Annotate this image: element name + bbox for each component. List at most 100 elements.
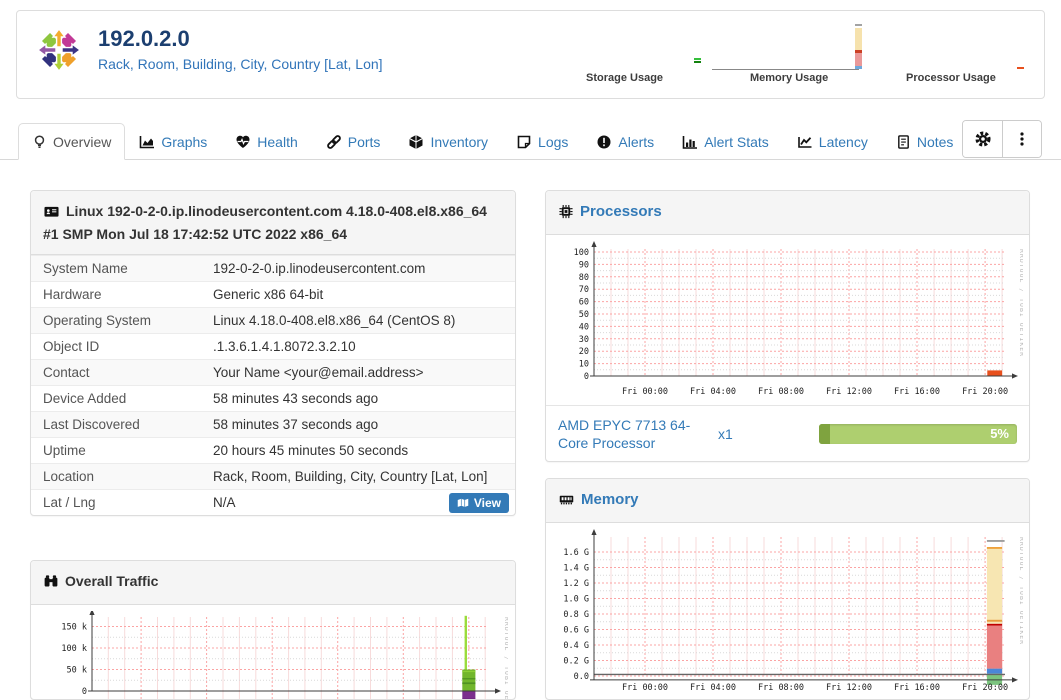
svg-text:0.6 G: 0.6 G [563, 626, 589, 636]
cpu-usage-bar: 5% [819, 423, 1017, 444]
line-chart-icon [797, 137, 812, 148]
processor-list-item: AMD EPYC 7713 64-Core Processor x1 5% [546, 405, 1029, 461]
svg-text:0: 0 [584, 372, 589, 382]
id-card-icon [43, 204, 60, 224]
tab-alert-stats[interactable]: Alert Stats [668, 123, 783, 160]
svg-text:20: 20 [579, 347, 589, 357]
binoculars-icon [43, 574, 59, 594]
svg-text:100 k: 100 k [61, 644, 87, 654]
memory-usage-mini-graph[interactable] [855, 24, 862, 69]
tab-ports[interactable]: Ports [312, 123, 395, 160]
svg-text:Fri 04:00: Fri 04:00 [690, 683, 736, 693]
tab-label: Notes [916, 134, 954, 150]
system-title: Linux 192-0-2-0.ip.linodeusercontent.com… [43, 203, 487, 242]
cpu-usage-percent: 5% [990, 425, 1009, 441]
svg-text:1.2 G: 1.2 G [563, 579, 589, 589]
storage-usage-mini-graph[interactable] [694, 58, 701, 63]
memory-ram-icon [558, 492, 575, 512]
svg-text:1.0 G: 1.0 G [563, 595, 589, 605]
memory-usage-mini-baseline [712, 69, 859, 70]
memory-graph[interactable]: 0.0 0.2 G 0.4 G 0.6 G 0.8 G 1.0 G 1.2 G 1.4 G 1.… [553, 529, 1023, 697]
tab-label: Inventory [430, 134, 489, 150]
tab-overview[interactable]: Overview [18, 123, 126, 160]
tab-label: Alerts [618, 134, 655, 150]
sticky-note-icon [517, 135, 531, 149]
device-settings-button[interactable] [963, 121, 1002, 157]
svg-text:0.4 G: 0.4 G [563, 641, 589, 651]
device-tabbar: Overview Graphs Health Ports Inventory L… [0, 120, 1061, 160]
tab-label: Alert Stats [704, 134, 769, 150]
svg-text:Fri 16:00: Fri 16:00 [894, 387, 940, 397]
tab-label: Health [257, 134, 298, 150]
lightbulb-icon [34, 135, 45, 148]
gear-icon [974, 131, 991, 147]
view-button-label: View [473, 496, 501, 510]
svg-text:0.8 G: 0.8 G [563, 610, 589, 620]
tab-label: Graphs [161, 134, 208, 150]
memory-panel-title: Memory [581, 491, 639, 508]
device-more-button[interactable] [1002, 121, 1041, 157]
svg-text:0.2 G: 0.2 G [563, 657, 589, 667]
device-location-link[interactable]: Rack, Room, Building, City, Country [Lat… [98, 56, 383, 72]
overall-traffic-graph[interactable]: 0 50 k 100 k 150 k RRDTOOL / TOBI OETIKER [38, 611, 508, 700]
memory-panel-header: Memory [546, 479, 1029, 523]
cpu-name-link[interactable]: AMD EPYC 7713 64-Core Processor [558, 416, 710, 452]
memory-panel: Memory 0.0 0.2 G 0.4 G 0.6 G 0.8 G 1.0 G 1.2 G… [545, 478, 1030, 700]
chart-area-icon [140, 136, 155, 149]
view-location-button[interactable]: View [448, 493, 509, 513]
tab-health[interactable]: Health [221, 123, 311, 160]
tab-latency[interactable]: Latency [783, 123, 882, 160]
mini-graph-label-storage: Storage Usage [586, 72, 664, 84]
svg-text:90: 90 [579, 260, 589, 270]
system-info-table: System Name 192-0-2-0.ip.linodeuserconten… [31, 255, 515, 515]
device-header: 192.0.2.0 Rack, Room, Building, City, Co… [16, 10, 1045, 99]
tab-logs[interactable]: Logs [502, 123, 582, 160]
svg-text:30: 30 [579, 335, 589, 345]
processors-panel: Processors 0 10 20 30 40 50 60 70 80 90 100 Fri 00:… [545, 190, 1030, 462]
system-panel-header: Linux 192-0-2-0.ip.linodeusercontent.com… [31, 191, 515, 255]
svg-text:0: 0 [82, 687, 87, 697]
tab-alerts[interactable]: Alerts [582, 123, 668, 160]
tab-label: Logs [538, 134, 569, 150]
bar-chart-icon [682, 136, 698, 149]
document-icon [897, 135, 909, 149]
svg-text:50 k: 50 k [67, 666, 87, 676]
table-row: Contact Your Name <your@email.address> [31, 359, 515, 385]
table-row: Hardware Generic x86 64-bit [31, 281, 515, 307]
tab-graphs[interactable]: Graphs [125, 123, 221, 160]
tab-label: Latency [818, 134, 868, 150]
tab-inventory[interactable]: Inventory [394, 123, 502, 160]
svg-text:RRDTOOL / TOBI OETIKER: RRDTOOL / TOBI OETIKER [1018, 249, 1023, 357]
processors-panel-header: Processors [546, 191, 1029, 235]
svg-text:70: 70 [579, 285, 589, 295]
svg-text:80: 80 [579, 273, 589, 283]
svg-text:1.6 G: 1.6 G [563, 548, 589, 558]
tab-notes[interactable]: Notes [882, 123, 968, 160]
cube-icon [409, 135, 424, 149]
system-info-panel: Linux 192-0-2-0.ip.linodeusercontent.com… [30, 190, 516, 516]
processors-panel-title: Processors [580, 203, 662, 220]
svg-text:Fri 20:00: Fri 20:00 [962, 387, 1008, 397]
svg-text:50: 50 [579, 310, 589, 320]
svg-text:Fri 12:00: Fri 12:00 [826, 683, 872, 693]
svg-text:RRDTOOL / TOBI OETIKER: RRDTOOL / TOBI OETIKER [503, 617, 508, 700]
map-icon [457, 498, 469, 507]
tab-label: Ports [347, 134, 381, 150]
processors-graph[interactable]: 0 10 20 30 40 50 60 70 80 90 100 Fri 00:00 Fri 04:00… [553, 241, 1023, 399]
svg-text:60: 60 [579, 298, 589, 308]
svg-text:100: 100 [574, 248, 589, 258]
processor-usage-mini-graph[interactable] [1017, 67, 1024, 69]
table-row: Device Added 58 minutes 43 seconds ago [31, 385, 515, 411]
svg-text:Fri 04:00: Fri 04:00 [690, 387, 736, 397]
svg-text:Fri 08:00: Fri 08:00 [758, 683, 804, 693]
table-row: Operating System Linux 4.18.0-408.el8.x86… [31, 307, 515, 333]
table-row: Object ID .1.3.6.1.4.1.8072.3.2.10 [31, 333, 515, 359]
table-row: System Name 192-0-2-0.ip.linodeuserconten… [31, 255, 515, 281]
mini-graph-label-memory: Memory Usage [750, 72, 829, 84]
kebab-menu-icon [1020, 132, 1024, 146]
svg-text:1.4 G: 1.4 G [563, 564, 589, 574]
svg-text:RRDTOOL / TOBI OETIKER: RRDTOOL / TOBI OETIKER [1018, 537, 1023, 645]
table-row: Lat / Lng N/A View [31, 489, 515, 515]
svg-text:Fri 20:00: Fri 20:00 [962, 683, 1008, 693]
cpu-count: x1 [718, 425, 733, 442]
